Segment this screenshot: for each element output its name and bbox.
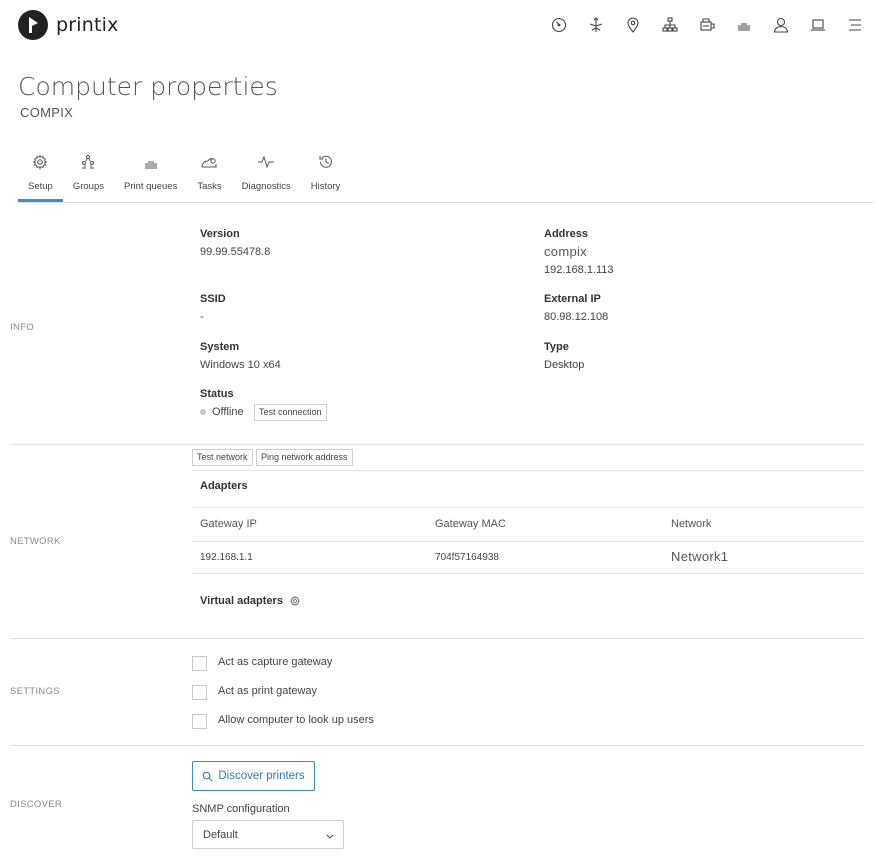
virtual-adapters-label: Virtual adapters [200,595,283,607]
brand-logo[interactable]: printix [18,10,119,40]
table-divider [192,541,864,542]
computer-name: COMPIX [20,105,74,120]
column-header-gateway-ip: Gateway IP [200,518,257,530]
dashboard-icon[interactable] [540,14,577,36]
tasks-icon [201,158,217,168]
snmp-label: SNMP configuration [192,803,290,815]
ping-network-address-button[interactable]: Ping network address [256,449,353,466]
network-icon[interactable] [577,14,614,36]
tab-label: Print queues [123,181,178,192]
page-title: Computer properties [18,72,278,101]
print-queue-icon[interactable] [725,14,762,36]
lookup-users-label: Allow computer to look up users [218,714,374,726]
tabs-divider [18,202,874,203]
section-label-info: INFO [10,322,34,333]
snmp-selected-value: Default [203,829,238,841]
discover-printers-button[interactable]: Discover printers [192,761,315,791]
hierarchy-icon[interactable] [651,14,688,36]
groups-icon [82,155,95,169]
tab-bar: Setup Groups Print queues Tasks Diagnost… [18,150,350,202]
tab-label: Setup [28,181,53,192]
tab-setup[interactable]: Setup [18,150,63,202]
discover-printers-label: Discover printers [218,770,305,782]
table-divider [192,470,864,471]
section-divider [10,444,864,445]
printix-logo-icon [18,10,48,40]
gateway-ip-cell: 192.168.1.1 [200,552,253,563]
tab-label: Tasks [197,181,222,192]
section-label-discover: DISCOVER [10,799,63,810]
print-queue-icon [144,161,157,169]
external-ip-label: External IP [544,293,601,305]
gear-icon[interactable] [289,595,301,607]
test-connection-button[interactable]: Test connection [254,404,327,421]
gateway-mac-cell: 704f57164938 [435,552,499,563]
ssid-label: SSID [200,293,226,305]
menu-icon[interactable] [836,14,873,36]
status-indicator [200,409,206,415]
chevron-down-icon [326,834,334,839]
computer-icon[interactable] [799,14,836,36]
snmp-configuration-select[interactable]: Default [192,820,344,849]
test-network-button[interactable]: Test network [192,449,253,466]
top-bar: printix [0,0,879,50]
print-gateway-checkbox[interactable] [192,685,207,700]
version-label: Version [200,228,240,240]
tab-tasks[interactable]: Tasks [187,150,231,202]
brand-name: printix [56,14,119,36]
tab-diagnostics[interactable]: Diagnostics [232,150,301,202]
address-ip: 192.168.1.113 [544,264,614,276]
lookup-users-checkbox[interactable] [192,714,207,729]
ssid-value: - [200,311,204,323]
capture-gateway-label: Act as capture gateway [218,656,333,668]
section-label-network: NETWORK [10,536,61,547]
tab-groups[interactable]: Groups [63,150,114,202]
tab-label: Diagnostics [241,181,291,192]
capture-gateway-checkbox[interactable] [192,656,207,671]
system-label: System [200,341,240,353]
pulse-icon [258,155,275,169]
column-header-gateway-mac: Gateway MAC [435,518,506,530]
section-label-settings: SETTINGS [10,686,60,697]
status-value: Offline [212,406,244,418]
network-cell: Network1 [671,549,729,564]
table-divider [192,507,864,508]
print-gateway-label: Act as print gateway [218,685,318,697]
type-label: Type [544,341,569,353]
section-divider [10,745,864,746]
tab-label: Groups [72,181,104,192]
tab-print-queues[interactable]: Print queues [114,150,187,202]
external-ip-value: 80.98.12.108 [544,311,609,323]
type-value: Desktop [544,359,585,371]
gear-icon [33,154,48,170]
address-host: compix [544,244,587,259]
user-icon[interactable] [762,14,799,36]
table-divider [192,573,864,574]
section-divider [10,638,864,639]
adapters-label: Adapters [200,480,248,492]
printer-icon[interactable] [688,14,725,36]
search-icon [203,771,213,781]
system-value: Windows 10 x64 [200,359,281,371]
history-icon [319,155,332,168]
tab-history[interactable]: History [301,150,351,202]
top-nav [540,14,873,36]
version-value: 99.99.55478.8 [200,246,271,258]
status-label: Status [200,388,234,400]
tab-label: History [310,181,341,192]
location-icon[interactable] [614,14,651,36]
column-header-network: Network [671,518,712,530]
address-label: Address [544,228,589,240]
